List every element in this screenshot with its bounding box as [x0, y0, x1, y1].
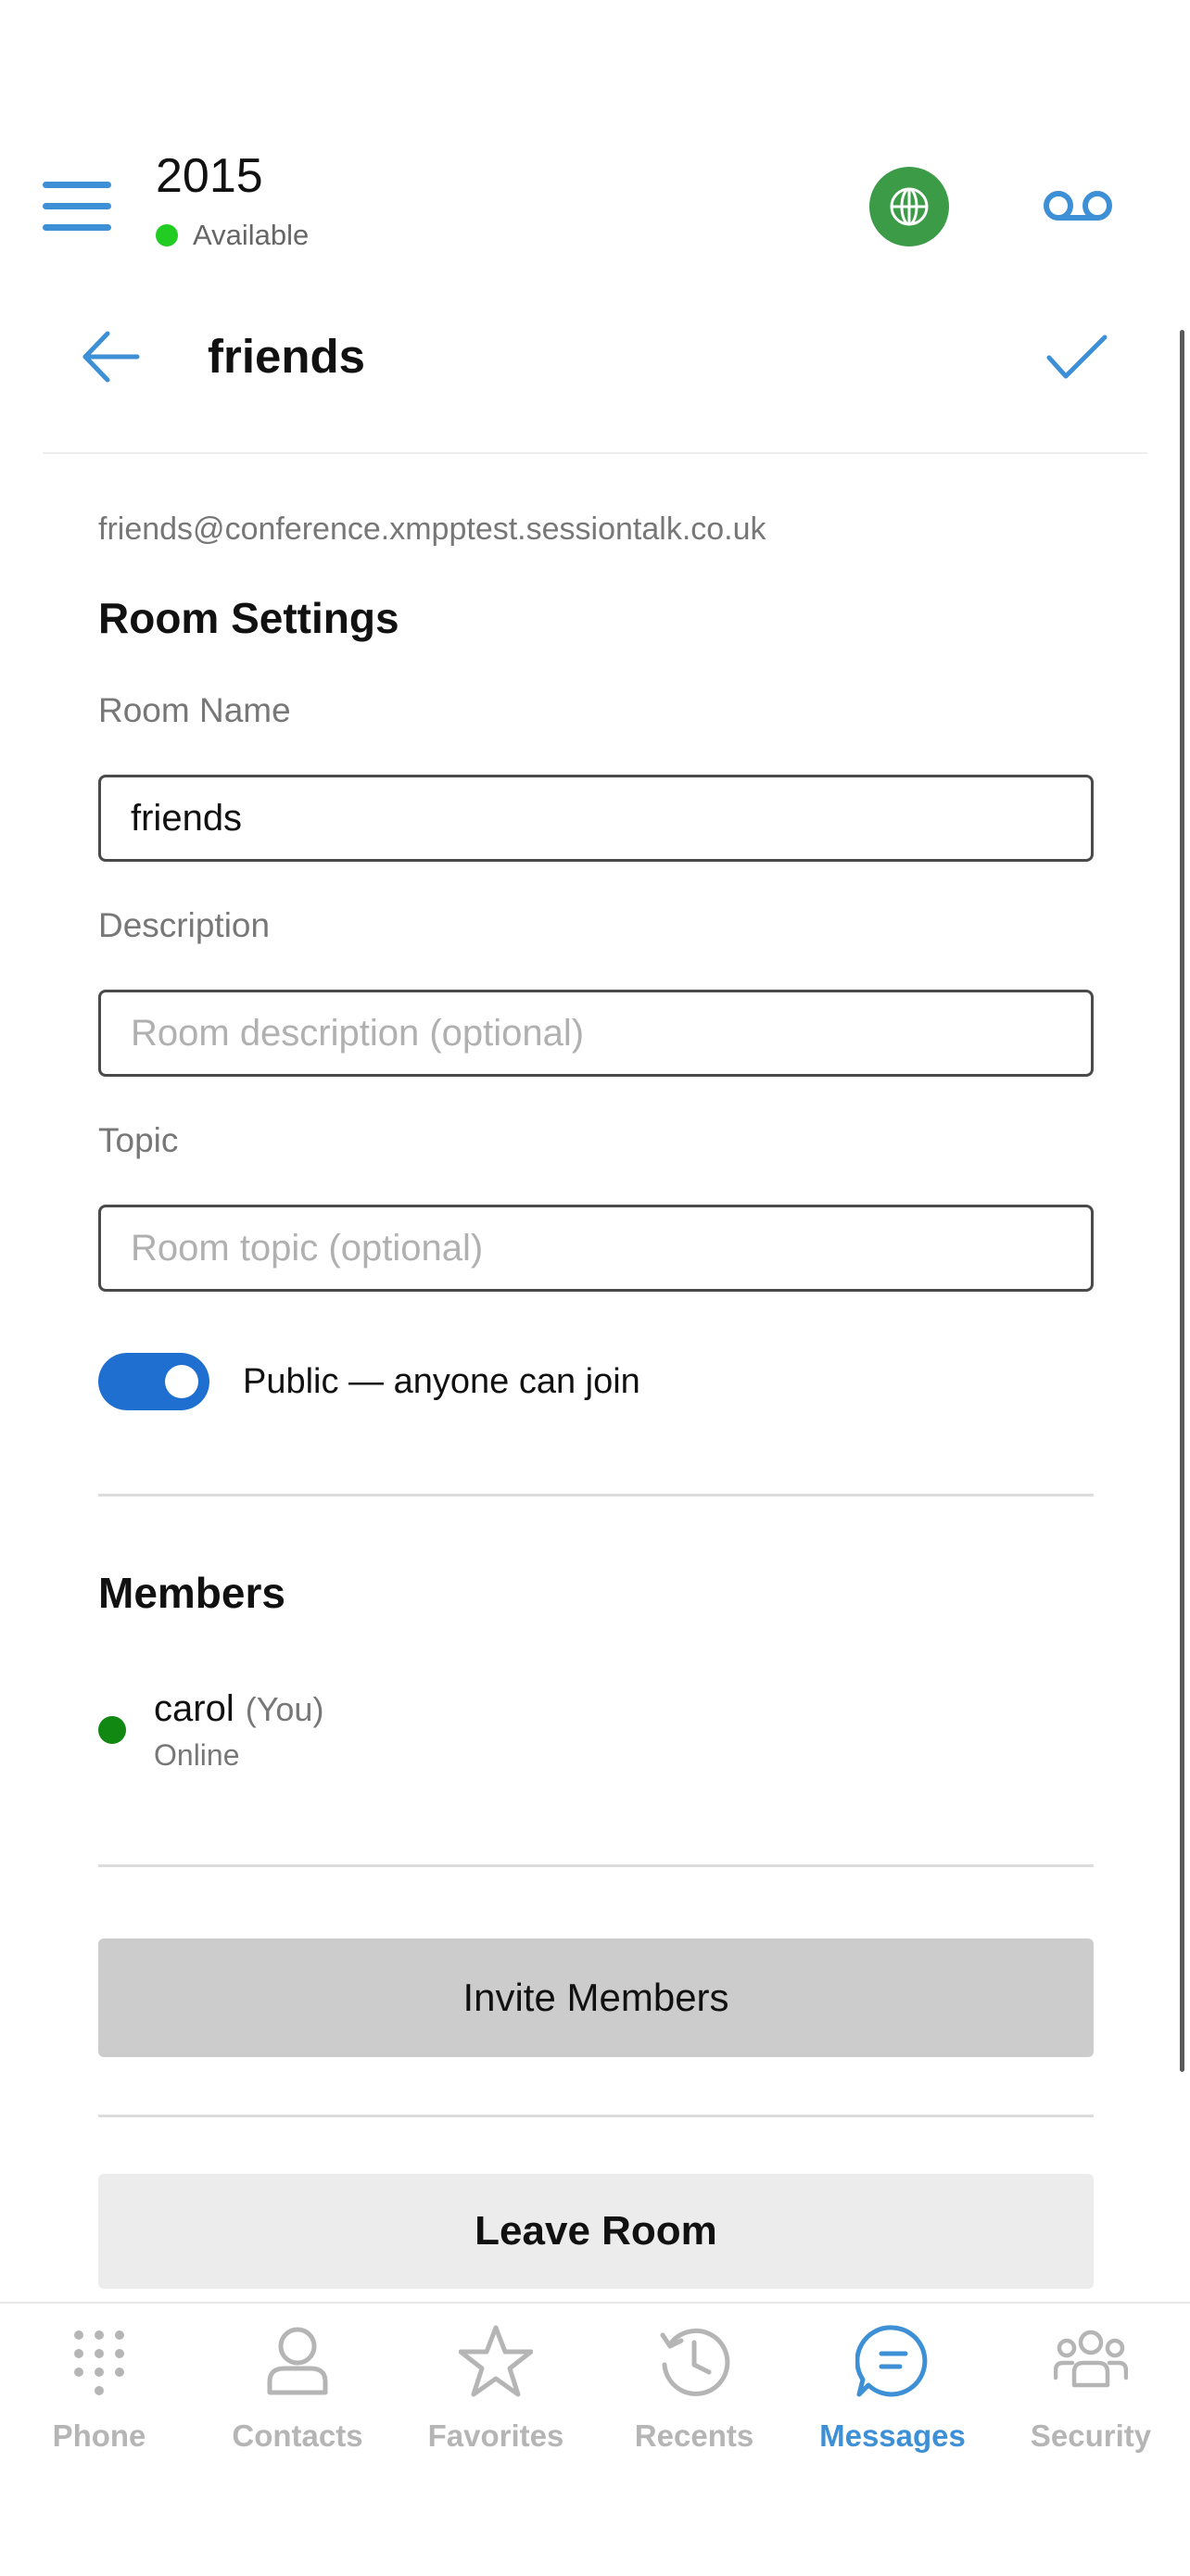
tab-security[interactable]: Security: [992, 2324, 1190, 2463]
globe-icon: [890, 187, 929, 226]
presence-dot: [156, 224, 178, 246]
globe-button[interactable]: [869, 167, 949, 246]
member-name: carol: [154, 1688, 234, 1729]
room-settings-heading: Room Settings: [98, 594, 399, 642]
tab-label: Recents: [634, 2418, 754, 2453]
room-jid: friends@conference.xmpptest.sessiontalk.…: [98, 511, 766, 547]
room-name-label: Room Name: [98, 691, 291, 729]
public-toggle-label: Public — anyone can join: [243, 1362, 640, 1401]
member-name-row[interactable]: carol (You): [154, 1688, 323, 1730]
description-label: Description: [98, 906, 271, 944]
chat-bubble-icon: [855, 2325, 928, 2397]
voicemail-button[interactable]: [1038, 176, 1118, 235]
members-heading: Members: [98, 1569, 285, 1617]
dialpad-icon: [74, 2330, 124, 2395]
voicemail-icon: [1044, 191, 1112, 221]
checkmark-icon: [1046, 335, 1108, 379]
bottom-tab-bar: Phone Contacts Favorites Recents Message…: [0, 2302, 1190, 2576]
tab-messages[interactable]: Messages: [793, 2324, 992, 2463]
app-header: 2015 Available: [0, 0, 1190, 306]
public-toggle[interactable]: [98, 1353, 209, 1410]
presence-status[interactable]: Available: [156, 219, 309, 252]
person-icon: [267, 2327, 328, 2395]
menu-icon[interactable]: [43, 182, 111, 232]
section-divider: [98, 1494, 1094, 1496]
room-name-value: friends: [131, 797, 243, 839]
description-field[interactable]: Room description (optional): [98, 990, 1094, 1077]
member-status-text: Online: [154, 1738, 240, 1772]
back-arrow-icon: [82, 331, 140, 383]
member-you-tag: (You): [245, 1690, 324, 1728]
page-title: friends: [208, 330, 366, 383]
tab-label: Contacts: [232, 2418, 363, 2453]
room-name-field[interactable]: friends: [98, 775, 1094, 862]
scrollbar[interactable]: [1180, 330, 1184, 2072]
section-divider: [98, 2115, 1094, 2117]
topic-placeholder: Room topic (optional): [131, 1227, 484, 1269]
extension-number: 2015: [156, 149, 263, 203]
group-icon: [1054, 2330, 1128, 2388]
star-icon: [459, 2325, 533, 2397]
tab-label: Security: [1030, 2418, 1152, 2453]
member-status-dot: [98, 1716, 126, 1744]
topic-label: Topic: [98, 1121, 179, 1159]
presence-label: Available: [193, 219, 310, 251]
leave-room-button[interactable]: Leave Room: [98, 2174, 1094, 2289]
tab-phone[interactable]: Phone: [0, 2324, 198, 2463]
save-button[interactable]: [1044, 324, 1110, 389]
invite-members-button[interactable]: Invite Members: [98, 1938, 1094, 2057]
tab-recents[interactable]: Recents: [595, 2324, 793, 2463]
tab-label: Phone: [52, 2418, 146, 2453]
header-divider: [43, 452, 1147, 454]
tab-contacts[interactable]: Contacts: [198, 2324, 397, 2463]
toggle-knob: [165, 1365, 198, 1398]
description-placeholder: Room description (optional): [131, 1012, 585, 1054]
tab-label: Messages: [819, 2418, 966, 2453]
back-button[interactable]: [78, 324, 143, 389]
section-divider: [98, 1864, 1094, 1867]
tab-favorites[interactable]: Favorites: [397, 2324, 595, 2463]
tab-label: Favorites: [427, 2418, 564, 2453]
topic-field[interactable]: Room topic (optional): [98, 1205, 1094, 1292]
history-icon: [660, 2328, 730, 2396]
